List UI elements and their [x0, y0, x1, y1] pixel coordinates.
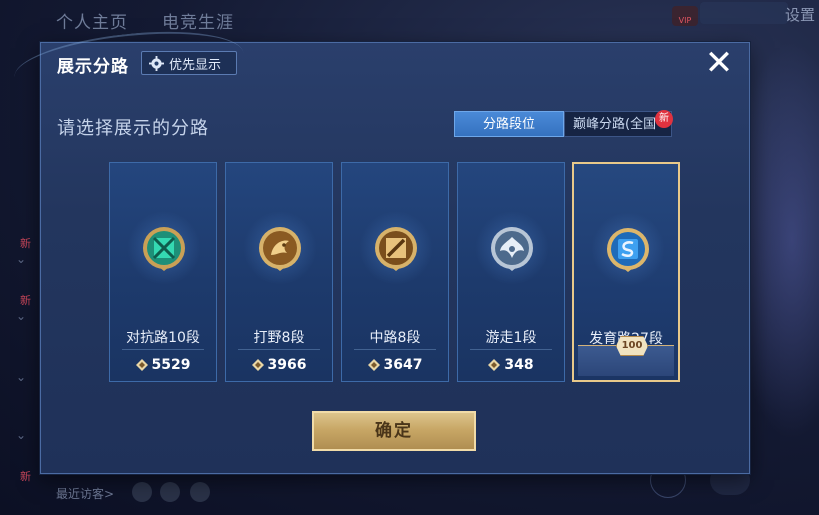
lane-name: 中路8段: [369, 330, 421, 346]
bg-new-badge: 新: [20, 294, 31, 307]
gem-icon: [488, 359, 501, 371]
visitor-avatar[interactable]: [132, 482, 152, 502]
mid-lane-emblem-icon: [375, 227, 417, 271]
close-icon[interactable]: ✕: [702, 46, 736, 80]
gem-icon: [251, 359, 264, 371]
confirm-button[interactable]: 确定: [312, 411, 476, 451]
lane-name: 游走1段: [485, 330, 537, 346]
bg-new-badge: 新: [20, 237, 31, 250]
lane-score: 348: [458, 357, 564, 373]
lane-score: 5529: [110, 357, 216, 373]
lane-score-value: 3966: [267, 357, 307, 373]
recent-visitors-link[interactable]: 最近访客>: [56, 485, 114, 502]
clash-lane-emblem-icon: [143, 227, 185, 271]
divider: [470, 349, 552, 350]
lane-name: 对抗路10段: [126, 330, 200, 346]
lane-score-value: 5529: [151, 357, 191, 373]
lane-card-clash[interactable]: 对抗路10段 5529: [109, 162, 217, 382]
lane-card-roam[interactable]: 游走1段 348: [457, 162, 565, 382]
lane-card-mid[interactable]: 中路8段 3647: [341, 162, 449, 382]
divider: [354, 349, 436, 350]
chevron-down-icon[interactable]: ⌄: [16, 428, 26, 442]
lane-score-value: 3647: [383, 357, 423, 373]
lane-score: 3647: [342, 357, 448, 373]
visitor-avatar[interactable]: [160, 482, 180, 502]
visitor-avatar[interactable]: [190, 482, 210, 502]
bg-new-badge: 新: [20, 470, 31, 483]
gem-icon: [135, 359, 148, 371]
gear-icon: [149, 55, 164, 71]
divider: [122, 349, 204, 350]
bg-notice-box: [700, 2, 788, 24]
bg-tab-profile[interactable]: 个人主页: [56, 8, 128, 33]
background-tabs: 个人主页 电竞生涯: [56, 8, 234, 33]
bg-tab-esports-career[interactable]: 电竞生涯: [162, 8, 234, 33]
lane-score-value: 348: [504, 357, 534, 373]
gem-icon: [367, 359, 380, 371]
chevron-down-icon[interactable]: ⌄: [16, 370, 26, 384]
new-badge: 新: [655, 110, 673, 128]
lane-card-jungle[interactable]: 打野8段 3966: [225, 162, 333, 382]
roam-emblem-icon: [491, 227, 533, 271]
farm-lane-emblem-icon: [607, 228, 649, 272]
divider: [238, 349, 320, 350]
settings-button[interactable]: 设置: [785, 4, 815, 25]
lane-card-farm[interactable]: 发育路27段 100: [572, 162, 680, 382]
rank-badge: 100: [616, 336, 648, 356]
dialog-title: 展示分路: [57, 57, 129, 77]
chevron-down-icon[interactable]: ⌄: [16, 309, 26, 323]
selected-rank-bar: 100: [578, 336, 674, 376]
priority-display-button[interactable]: 优先显示: [141, 51, 237, 75]
priority-button-label: 优先显示: [169, 57, 222, 73]
tab-lane-rank[interactable]: 分路段位: [454, 111, 564, 137]
lane-name: 打野8段: [253, 330, 305, 346]
chevron-down-icon[interactable]: ⌄: [16, 252, 26, 266]
vip-icon: VIP: [672, 6, 698, 26]
lane-prompt: 请选择展示的分路: [57, 118, 209, 139]
lane-score: 3966: [226, 357, 332, 373]
jungle-emblem-icon: [259, 227, 301, 271]
